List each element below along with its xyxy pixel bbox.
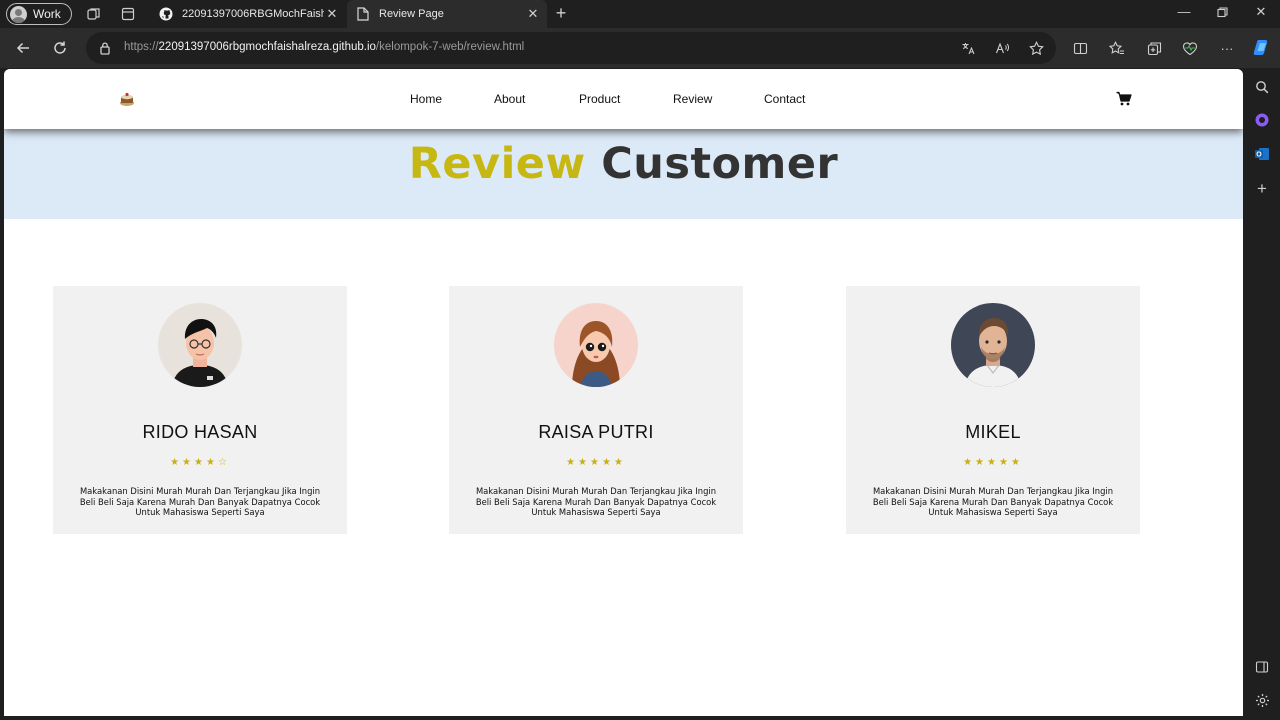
settings-gear-icon[interactable]: [1253, 691, 1271, 709]
new-tab-icon[interactable]: +: [552, 4, 570, 23]
browser-essentials-icon[interactable]: [1181, 39, 1199, 57]
rating-stars: ★★★★☆: [170, 457, 230, 468]
favorite-star-icon[interactable]: [1028, 40, 1044, 56]
nav-home[interactable]: Home: [410, 92, 442, 106]
avatar: [554, 303, 638, 387]
rating-stars: ★★★★★: [566, 457, 626, 468]
page-viewport: Home About Product Review Contact Review…: [4, 69, 1243, 716]
tab-title: 22091397006RBGMochFaishalRe: [182, 8, 324, 20]
split-screen-icon[interactable]: [1071, 39, 1089, 57]
copilot-icon[interactable]: [1252, 37, 1272, 57]
nav-review[interactable]: Review: [673, 92, 712, 106]
review-text: Makakanan Disini Murah Murah Dan Terjang…: [872, 486, 1114, 518]
edge-sidebar: O +: [1244, 68, 1280, 720]
tab-title: Review Page: [379, 8, 444, 20]
outlook-icon[interactable]: O: [1253, 145, 1271, 163]
refresh-icon[interactable]: [50, 38, 70, 58]
cart-icon[interactable]: [1116, 91, 1132, 107]
browser-toolbar: https://22091397006rbgmochfaishalreza.gi…: [0, 28, 1280, 68]
restore-icon[interactable]: [1212, 4, 1232, 22]
github-icon: [158, 6, 174, 22]
nav-about[interactable]: About: [494, 92, 525, 106]
review-card: RAISA PUTRI ★★★★★ Makakanan Disini Murah…: [449, 286, 743, 534]
read-aloud-icon[interactable]: [994, 40, 1010, 56]
hide-sidebar-icon[interactable]: [1253, 658, 1271, 676]
close-tab-icon[interactable]: ✕: [525, 6, 541, 22]
page-title: Review Customer: [408, 139, 839, 189]
rating-stars: ★★★★★: [963, 457, 1023, 468]
tab-github[interactable]: 22091397006RBGMochFaishalRe ✕: [150, 0, 346, 28]
tab-actions-icon[interactable]: [120, 6, 136, 22]
site-header: Home About Product Review Contact: [4, 69, 1243, 129]
review-hero: Review Customer: [4, 129, 1243, 219]
reviewer-name: RIDO HASAN: [142, 422, 258, 442]
collections-icon[interactable]: [1145, 39, 1163, 57]
reviewer-name: RAISA PUTRI: [538, 422, 654, 442]
add-sidebar-app-icon[interactable]: +: [1253, 179, 1271, 198]
url-text: https://22091397006rbgmochfaishalreza.gi…: [124, 41, 525, 53]
review-card: MIKEL ★★★★★ Makakanan Disini Murah Murah…: [846, 286, 1140, 534]
nav-contact[interactable]: Contact: [764, 92, 805, 106]
nav-product[interactable]: Product: [579, 92, 620, 106]
search-icon[interactable]: [1253, 78, 1271, 96]
review-text: Makakanan Disini Murah Murah Dan Terjang…: [475, 486, 717, 518]
profile-label: Work: [33, 7, 61, 21]
address-bar[interactable]: https://22091397006rbgmochfaishalreza.gi…: [86, 32, 1056, 64]
profile-button[interactable]: Work: [6, 3, 72, 25]
workspaces-icon[interactable]: [86, 6, 102, 22]
lock-icon: [100, 42, 110, 55]
avatar: [951, 303, 1035, 387]
more-options-icon[interactable]: ···: [1218, 39, 1236, 57]
browser-title-bar: Work 22091397006RBGMochFaishalRe ✕ Revie…: [0, 0, 1280, 28]
review-text: Makakanan Disini Murah Murah Dan Terjang…: [79, 486, 321, 518]
profile-avatar-icon: [10, 5, 27, 23]
page-icon: [355, 6, 371, 22]
avatar: [158, 303, 242, 387]
translate-icon[interactable]: [960, 40, 976, 56]
favorites-icon[interactable]: [1108, 39, 1126, 57]
tab-review-page[interactable]: Review Page ✕: [347, 0, 547, 28]
svg-text:O: O: [1256, 152, 1262, 159]
minimize-icon[interactable]: —: [1174, 4, 1194, 22]
back-icon[interactable]: [13, 38, 33, 58]
close-window-icon[interactable]: ✕: [1251, 4, 1271, 22]
review-card: RIDO HASAN ★★★★☆ Makakanan Disini Murah …: [53, 286, 347, 534]
bakery-logo-icon[interactable]: [118, 90, 136, 108]
copilot-sidebar-icon[interactable]: [1253, 111, 1271, 129]
reviewer-name: MIKEL: [965, 422, 1021, 442]
close-tab-icon[interactable]: ✕: [324, 6, 340, 22]
